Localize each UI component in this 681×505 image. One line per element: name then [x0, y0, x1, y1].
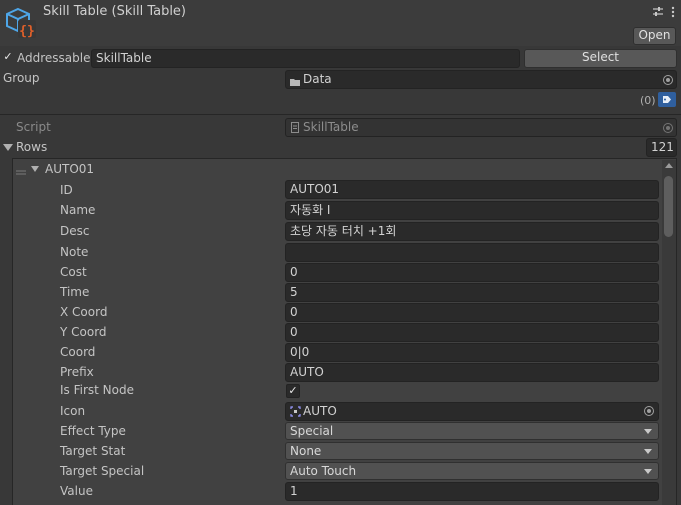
- rows-foldout-arrow[interactable]: [3, 144, 13, 151]
- addressable-checkbox[interactable]: ✓: [1, 51, 15, 65]
- y-coord-label: Y Coord: [60, 325, 107, 339]
- kebab-menu-icon[interactable]: [671, 6, 675, 18]
- drag-handle-icon[interactable]: [16, 165, 26, 175]
- element-name[interactable]: AUTO01: [45, 162, 94, 176]
- divider: [0, 114, 681, 115]
- group-label: Group: [3, 71, 40, 85]
- icon-picker-icon[interactable]: [644, 406, 654, 416]
- desc-field[interactable]: 초당 자동 터치 +1회: [285, 222, 659, 241]
- value-label: Value: [60, 484, 93, 498]
- name-field[interactable]: 자동화 I: [285, 201, 659, 220]
- y-coord-field[interactable]: 0: [285, 323, 659, 342]
- script-value: SkillTable: [303, 120, 359, 134]
- target-stat-value: None: [290, 444, 322, 458]
- is-first-node-checkbox[interactable]: ✓: [286, 384, 300, 398]
- select-button[interactable]: Select: [524, 49, 677, 68]
- icon-label: Icon: [60, 404, 86, 418]
- x-coord-field[interactable]: 0: [285, 303, 659, 322]
- id-label: ID: [60, 183, 73, 197]
- x-coord-label: X Coord: [60, 305, 108, 319]
- effect-type-value: Special: [290, 424, 334, 438]
- object-picker-icon[interactable]: [663, 75, 673, 85]
- target-stat-dropdown[interactable]: None: [285, 442, 659, 460]
- coord-field[interactable]: 0|0: [285, 343, 659, 362]
- address-input[interactable]: SkillTable: [91, 49, 520, 68]
- time-field[interactable]: 5: [285, 283, 659, 302]
- target-special-dropdown[interactable]: Auto Touch: [285, 462, 659, 480]
- addressable-label: Addressable: [17, 51, 91, 65]
- note-label: Note: [60, 245, 89, 259]
- folder-icon: [290, 75, 300, 86]
- scriptable-object-icon: {}: [4, 6, 36, 39]
- scrollbar-up-arrow[interactable]: [665, 163, 673, 168]
- element-foldout-arrow[interactable]: [31, 166, 39, 172]
- desc-label: Desc: [60, 224, 90, 238]
- id-field[interactable]: AUTO01: [285, 180, 659, 199]
- prefix-field[interactable]: AUTO: [285, 363, 659, 382]
- target-special-value: Auto Touch: [290, 464, 357, 478]
- cost-field[interactable]: 0: [285, 263, 659, 282]
- target-stat-label: Target Stat: [60, 444, 126, 458]
- chevron-down-icon: [644, 449, 652, 454]
- rows-label[interactable]: Rows: [16, 140, 47, 154]
- is-first-node-label: Is First Node: [60, 383, 134, 397]
- sprite-icon: [290, 406, 301, 417]
- script-label: Script: [16, 120, 51, 134]
- rows-count-field[interactable]: 121: [646, 138, 677, 157]
- effect-type-label: Effect Type: [60, 424, 126, 438]
- script-field: SkillTable: [285, 118, 677, 137]
- name-label: Name: [60, 203, 96, 217]
- chevron-down-icon: [644, 429, 652, 434]
- prefix-label: Prefix: [60, 365, 94, 379]
- icon-value: AUTO: [303, 404, 337, 418]
- tag-icon[interactable]: [658, 92, 676, 107]
- effect-type-dropdown[interactable]: Special: [285, 422, 659, 440]
- cost-label: Cost: [60, 265, 87, 279]
- svg-text:{}: {}: [19, 24, 35, 38]
- group-field[interactable]: Data: [285, 70, 677, 89]
- time-label: Time: [60, 285, 90, 299]
- scrollbar-thumb[interactable]: [664, 176, 673, 237]
- script-file-icon: [291, 122, 299, 133]
- note-field[interactable]: [285, 243, 659, 262]
- icon-field[interactable]: AUTO: [285, 402, 659, 421]
- coord-label: Coord: [60, 345, 96, 359]
- target-special-label: Target Special: [60, 464, 145, 478]
- label-count: (0): [640, 94, 656, 107]
- open-button[interactable]: Open: [633, 27, 676, 45]
- script-picker-icon: [663, 123, 673, 133]
- group-value: Data: [303, 72, 332, 86]
- page-title: Skill Table (Skill Table): [43, 4, 187, 19]
- value-field[interactable]: 1: [285, 482, 659, 501]
- chevron-down-icon: [644, 469, 652, 474]
- sliders-icon[interactable]: [652, 6, 664, 18]
